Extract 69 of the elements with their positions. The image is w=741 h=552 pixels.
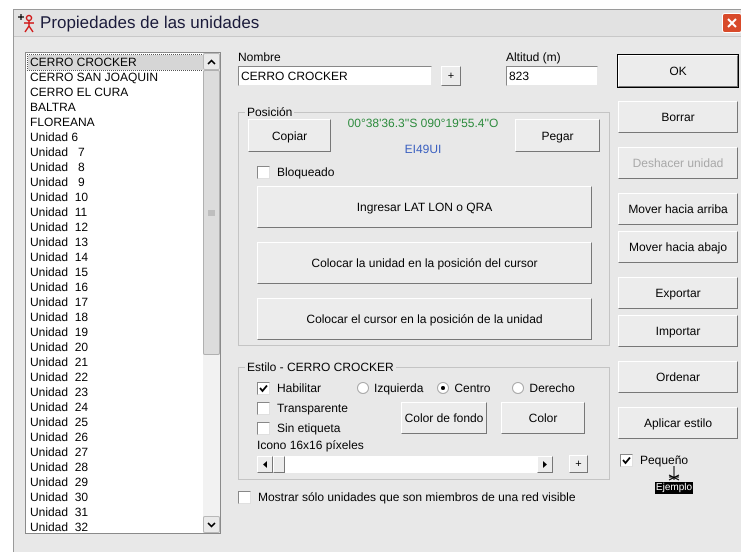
add-button[interactable]: + (441, 66, 461, 86)
action-button[interactable]: Colocar la unidad en la posición del cursor (257, 242, 592, 284)
slider-label: Icono 16x16 píxeles (257, 438, 365, 452)
list-item[interactable]: Unidad 28 (28, 460, 92, 475)
list-item[interactable]: Unidad 31 (28, 505, 92, 520)
group-title: Estilo - CERRO CROCKER (246, 359, 395, 376)
radio-label: Centro (454, 380, 490, 397)
checkbox-label: Pequeño (640, 453, 688, 468)
list-item[interactable]: Unidad 11 (28, 205, 92, 220)
coordinates-text: 00°38'36.3''S 090°19'55.4''O (348, 115, 498, 132)
list-item[interactable]: Unidad 15 (28, 265, 92, 280)
action-button[interactable]: Ingresar LAT LON o QRA (257, 186, 592, 228)
action-button[interactable]: Mover hacia arriba (618, 193, 738, 225)
list-item[interactable]: Unidad 24 (28, 400, 92, 415)
checkbox-label: Mostrar sólo unidades que son miembros de una red visible (258, 490, 576, 505)
list-item[interactable]: Unidad 29 (28, 475, 92, 490)
list-item[interactable]: Unidad 26 (28, 430, 92, 445)
locator-text: EI49UI (404, 141, 442, 158)
radio-label: Derecho (529, 380, 575, 397)
list-item[interactable]: Unidad 17 (28, 295, 92, 310)
checkbox-label: Sin etiqueta (277, 420, 340, 436)
action-button[interactable]: Colocar el cursor en la posición de la unidad (257, 298, 592, 340)
background-color-button[interactable]: Color de fondo (401, 402, 487, 434)
list-item[interactable]: Unidad 32 (28, 520, 92, 533)
list-item[interactable]: Unidad 19 (28, 325, 92, 340)
checkbox-label: Bloqueado (277, 165, 334, 180)
radio-label: Izquierda (374, 380, 424, 397)
list-item[interactable]: Unidad 18 (28, 310, 92, 325)
add-button[interactable]: + (569, 455, 588, 473)
list-item[interactable]: CERRO SAN JOAQUIN (28, 70, 162, 85)
list-item[interactable]: Unidad 21 (28, 355, 92, 370)
list-item[interactable]: Unidad 8 (28, 160, 89, 175)
example-label: Ejemplo (654, 482, 694, 494)
list-item[interactable]: FLOREANA (28, 115, 99, 130)
list-item[interactable]: Unidad 9 (28, 175, 89, 190)
checkbox-label: Habilitar (277, 380, 322, 396)
list-item[interactable]: Unidad 27 (28, 445, 92, 460)
list-item[interactable]: Unidad 30 (28, 490, 92, 505)
group-title: Posición (246, 104, 294, 121)
list-item[interactable]: CERRO CROCKER (28, 55, 203, 70)
list-item[interactable]: Unidad 7 (28, 145, 89, 160)
list-item[interactable]: Unidad 20 (28, 340, 92, 355)
action-button[interactable]: OK (618, 55, 738, 87)
name-field[interactable]: CERRO CROCKER (238, 66, 432, 86)
list-item[interactable]: Unidad 6 (28, 130, 82, 145)
list-item[interactable]: BALTRA (28, 100, 80, 115)
checkbox-label: Transparente (277, 400, 348, 416)
list-item[interactable]: Unidad 12 (28, 220, 92, 235)
list-item[interactable]: Unidad 10 (28, 190, 92, 205)
list-item[interactable]: Unidad 23 (28, 385, 92, 400)
altitude-field[interactable]: 823 (506, 66, 598, 86)
list-item[interactable]: Unidad 16 (28, 280, 92, 295)
action-button[interactable]: Borrar (618, 101, 738, 133)
action-button[interactable]: Exportar (618, 277, 738, 309)
copy-button[interactable]: Copiar (248, 119, 331, 152)
paste-button[interactable]: Pegar (515, 119, 600, 152)
field-label: Nombre (238, 50, 282, 64)
list-item[interactable]: Unidad 14 (28, 250, 92, 265)
list-item[interactable]: Unidad 13 (28, 235, 92, 250)
list-item[interactable]: Unidad 25 (28, 415, 92, 430)
list-item[interactable]: CERRO EL CURA (28, 85, 132, 100)
action-button[interactable]: Ordenar (618, 361, 738, 393)
window-title: Propiedades de las unidades (40, 12, 260, 34)
color-button[interactable]: Color (501, 402, 585, 434)
action-button[interactable]: Mover hacia abajo (618, 231, 738, 263)
list-item[interactable]: Unidad 22 (28, 370, 92, 385)
action-button[interactable]: Aplicar estilo (618, 407, 738, 439)
field-label: Altitud (m) (506, 50, 562, 64)
action-button[interactable]: Importar (618, 315, 738, 347)
